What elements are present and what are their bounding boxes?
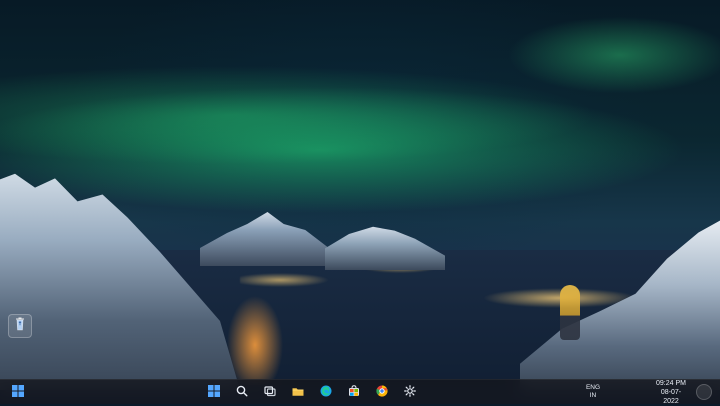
store-icon	[347, 383, 361, 402]
task-view-icon	[263, 383, 277, 402]
language-line-1: ENG	[585, 384, 601, 391]
search-icon	[235, 383, 249, 402]
taskbar-start-button[interactable]	[205, 383, 223, 401]
taskbar-search-button[interactable]	[233, 383, 251, 401]
taskbar: ENG IN 09:24 PM 08-07-2022	[0, 379, 720, 406]
taskbar-chrome-button[interactable]	[373, 383, 391, 401]
clock-time: 09:24 PM	[656, 379, 686, 387]
gear-icon	[403, 383, 417, 402]
notifications-button[interactable]	[696, 384, 716, 406]
clock-date: 08-07-2022	[660, 388, 682, 405]
start-button-left[interactable]	[9, 383, 27, 401]
taskbar-left	[0, 383, 36, 401]
chrome-icon	[375, 383, 389, 402]
language-indicator[interactable]: ENG IN	[584, 384, 602, 400]
taskbar-task-view-button[interactable]	[261, 383, 279, 401]
windows-start-icon	[207, 383, 221, 402]
folder-icon	[291, 383, 305, 402]
taskbar-clock[interactable]: 09:24 PM 08-07-2022	[654, 379, 688, 406]
taskbar-store-button[interactable]	[345, 383, 363, 401]
windows-start-icon	[11, 383, 25, 402]
taskbar-settings-button[interactable]	[401, 383, 419, 401]
tray-wifi[interactable]	[610, 385, 630, 406]
tray-cloud[interactable]	[562, 385, 582, 406]
language-line-2: IN	[589, 392, 597, 399]
taskbar-edge-button[interactable]	[317, 383, 335, 401]
system-tray: ENG IN 09:24 PM 08-07-2022	[540, 379, 720, 406]
tray-volume[interactable]	[632, 385, 652, 406]
wallpaper-person	[560, 285, 580, 340]
taskbar-file-explorer-button[interactable]	[289, 383, 307, 401]
taskbar-center-apps	[60, 383, 564, 401]
recycle-bin-icon	[12, 316, 28, 336]
edge-icon	[319, 383, 333, 402]
desktop-icon-recycle-bin[interactable]	[8, 314, 32, 338]
